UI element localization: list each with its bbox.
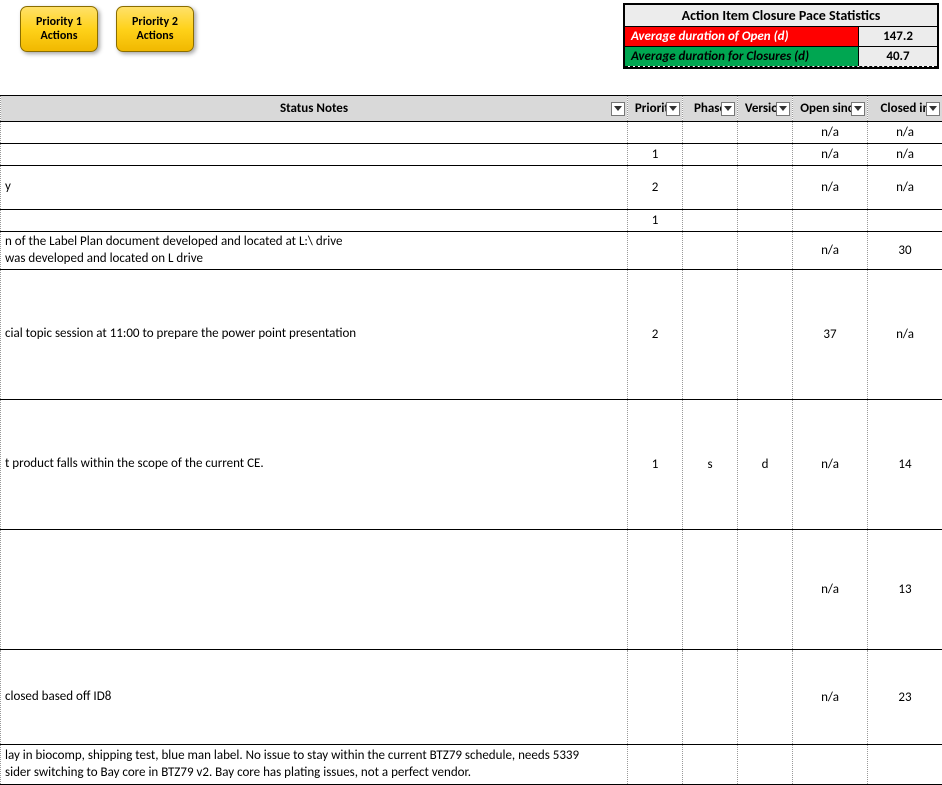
cell-version[interactable] (738, 210, 793, 232)
cell-version[interactable] (738, 270, 793, 400)
cell-priority[interactable] (628, 745, 683, 785)
stats-box: Action Item Closure Pace Statistics Aver… (623, 3, 939, 69)
cell-closed[interactable]: n/a (868, 166, 942, 210)
stats-close-label: Average duration for Closures (d) (625, 47, 859, 66)
filter-dropdown-icon[interactable] (851, 102, 865, 116)
stats-row-close: Average duration for Closures (d) 40.7 (625, 47, 937, 67)
stats-row-open: Average duration of Open (d) 147.2 (625, 27, 937, 47)
cell-open[interactable] (793, 745, 868, 785)
cell-priority[interactable] (628, 232, 683, 270)
cell-phase[interactable] (683, 270, 738, 400)
header-row: Status Notes Priority Phase Version Open… (1, 96, 942, 122)
table-row: n/an/a (1, 122, 942, 144)
cell-notes[interactable]: y (1, 166, 628, 210)
table-row: 1 n/an/a (1, 144, 942, 166)
cell-closed[interactable]: n/a (868, 270, 942, 400)
cell-phase[interactable] (683, 144, 738, 166)
cell-priority[interactable] (628, 530, 683, 650)
stats-title: Action Item Closure Pace Statistics (625, 5, 937, 27)
cell-closed[interactable] (868, 745, 942, 785)
cell-notes[interactable]: n of the Label Plan document developed a… (1, 232, 628, 270)
btn-line1: Priority 2 (132, 15, 178, 29)
cell-notes[interactable] (1, 122, 628, 144)
cell-notes[interactable] (1, 530, 628, 650)
cell-priority[interactable]: 1 (628, 400, 683, 530)
filter-dropdown-icon[interactable] (776, 102, 790, 116)
header-version[interactable]: Version (738, 96, 793, 122)
table-row: closed based off ID8 n/a23 (1, 650, 942, 745)
btn-line2: Actions (137, 29, 174, 43)
table-row: n of the Label Plan document developed a… (1, 232, 942, 270)
cell-closed[interactable]: n/a (868, 122, 942, 144)
cell-phase[interactable]: s (683, 400, 738, 530)
cell-version[interactable] (738, 530, 793, 650)
cell-open[interactable]: n/a (793, 232, 868, 270)
table-row: n/a13 (1, 530, 942, 650)
header-open[interactable]: Open since (793, 96, 868, 122)
cell-open[interactable]: n/a (793, 400, 868, 530)
cell-version[interactable] (738, 745, 793, 785)
cell-version[interactable] (738, 232, 793, 270)
cell-closed[interactable]: 23 (868, 650, 942, 745)
cell-phase[interactable] (683, 122, 738, 144)
cell-open[interactable]: n/a (793, 166, 868, 210)
cell-open[interactable] (793, 210, 868, 232)
filter-dropdown-icon[interactable] (666, 102, 680, 116)
cell-notes[interactable] (1, 210, 628, 232)
cell-phase[interactable] (683, 650, 738, 745)
btn-line1: Priority 1 (36, 15, 82, 29)
data-table: Status Notes Priority Phase Version Open… (0, 95, 942, 785)
cell-open[interactable]: n/a (793, 122, 868, 144)
stats-open-value: 147.2 (859, 27, 937, 46)
stats-open-label: Average duration of Open (d) (625, 27, 859, 46)
cell-notes[interactable]: lay in biocomp, shipping test, blue man … (1, 745, 628, 785)
header-phase[interactable]: Phase (683, 96, 738, 122)
cell-closed[interactable]: n/a (868, 144, 942, 166)
cell-priority[interactable]: 2 (628, 166, 683, 210)
cell-closed[interactable]: 13 (868, 530, 942, 650)
table-row: lay in biocomp, shipping test, blue man … (1, 745, 942, 785)
cell-version[interactable] (738, 144, 793, 166)
cell-priority[interactable]: 1 (628, 144, 683, 166)
cell-closed[interactable] (868, 210, 942, 232)
header-closed[interactable]: Closed in (868, 96, 942, 122)
priority-2-button[interactable]: Priority 2 Actions (116, 6, 194, 52)
table-row: t product falls within the scope of the … (1, 400, 942, 530)
cell-priority[interactable]: 2 (628, 270, 683, 400)
cell-open[interactable]: n/a (793, 144, 868, 166)
cell-open[interactable]: 37 (793, 270, 868, 400)
cell-version[interactable] (738, 122, 793, 144)
cell-notes[interactable]: closed based off ID8 (1, 650, 628, 745)
filter-dropdown-icon[interactable] (721, 102, 735, 116)
cell-priority[interactable] (628, 122, 683, 144)
cell-phase[interactable] (683, 166, 738, 210)
cell-notes[interactable]: cial topic session at 11:00 to prepare t… (1, 270, 628, 400)
table-row: y2 n/an/a (1, 166, 942, 210)
filter-dropdown-icon[interactable] (611, 102, 625, 116)
cell-phase[interactable] (683, 530, 738, 650)
cell-priority[interactable]: 1 (628, 210, 683, 232)
header-priority[interactable]: Priority (628, 96, 683, 122)
cell-closed[interactable]: 14 (868, 400, 942, 530)
table-row: cial topic session at 11:00 to prepare t… (1, 270, 942, 400)
cell-open[interactable]: n/a (793, 530, 868, 650)
cell-phase[interactable] (683, 232, 738, 270)
cell-version[interactable] (738, 166, 793, 210)
cell-version[interactable]: d (738, 400, 793, 530)
header-notes[interactable]: Status Notes (1, 96, 628, 122)
cell-open[interactable]: n/a (793, 650, 868, 745)
cell-phase[interactable] (683, 210, 738, 232)
stats-close-value: 40.7 (859, 47, 937, 66)
cell-priority[interactable] (628, 650, 683, 745)
cell-notes[interactable]: t product falls within the scope of the … (1, 400, 628, 530)
btn-line2: Actions (41, 29, 78, 43)
priority-1-button[interactable]: Priority 1 Actions (20, 6, 98, 52)
cell-closed[interactable]: 30 (868, 232, 942, 270)
table-row: 1 (1, 210, 942, 232)
cell-phase[interactable] (683, 745, 738, 785)
filter-dropdown-icon[interactable] (926, 102, 940, 116)
cell-version[interactable] (738, 650, 793, 745)
cell-notes[interactable] (1, 144, 628, 166)
